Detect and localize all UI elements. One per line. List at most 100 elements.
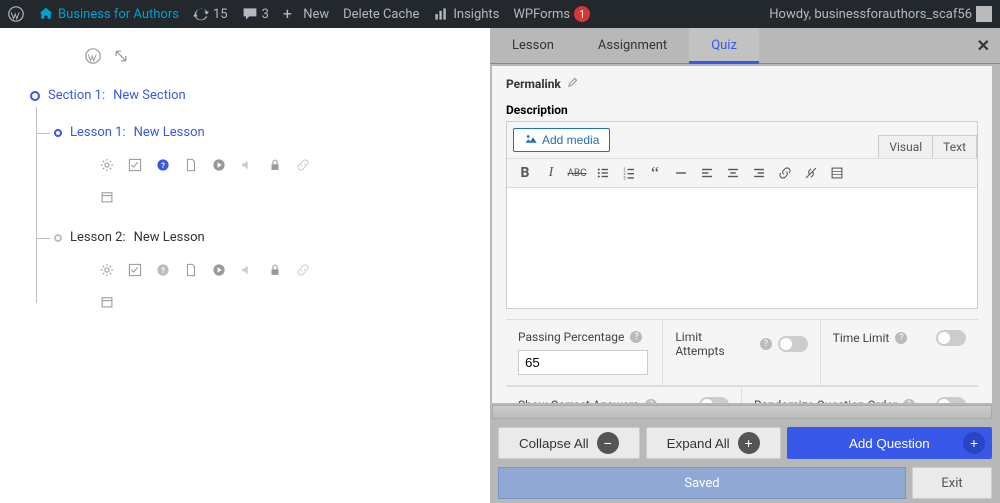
lesson-tools: ? — [100, 158, 460, 208]
delete-cache-link[interactable]: Delete Cache — [343, 7, 419, 22]
text-tab[interactable]: Text — [932, 135, 977, 158]
saved-status: Saved — [498, 467, 906, 499]
editor-textarea[interactable] — [507, 188, 977, 308]
lesson-title: New Lesson — [134, 125, 205, 140]
limit-attempts-cell: Limit Attempts? — [663, 320, 820, 386]
close-icon[interactable]: ✕ — [977, 36, 990, 55]
help-icon[interactable]: ? — [903, 399, 915, 403]
course-outline: Section 1: New Section Lesson 1: New Les… — [0, 28, 490, 503]
collapse-all-button[interactable]: Collapse All − — [498, 427, 640, 459]
lesson-row[interactable]: Lesson 2: New Lesson — [54, 230, 460, 245]
pencil-icon[interactable] — [567, 76, 579, 91]
help-icon[interactable]: ? — [760, 338, 772, 350]
exit-button[interactable]: Exit — [912, 467, 992, 499]
avatar-icon — [976, 6, 992, 22]
tab-assignment[interactable]: Assignment — [576, 28, 689, 64]
help-icon[interactable]: ? — [645, 399, 657, 403]
section-title: New Section — [113, 88, 186, 103]
permalink-row: Permalink — [506, 76, 978, 91]
tab-lesson[interactable]: Lesson — [490, 28, 576, 64]
help-icon[interactable]: ? — [895, 332, 907, 344]
editor: Add media Visual Text B I ABC 123 “ — [506, 121, 978, 309]
limit-attempts-label: Limit Attempts — [675, 330, 754, 358]
align-left-icon[interactable] — [699, 165, 715, 181]
show-correct-toggle[interactable] — [699, 397, 729, 403]
lock-icon[interactable] — [268, 263, 282, 281]
passing-percentage-label: Passing Percentage — [518, 330, 624, 344]
add-media-button[interactable]: Add media — [513, 128, 610, 152]
svg-text:3: 3 — [623, 176, 626, 180]
minus-icon: − — [597, 432, 619, 454]
limit-attempts-toggle[interactable] — [778, 336, 808, 352]
lock-icon[interactable] — [268, 158, 282, 176]
help-icon[interactable]: ? — [156, 263, 170, 281]
wordpress-icon[interactable] — [85, 48, 101, 68]
hr-icon[interactable] — [673, 165, 689, 181]
document-icon[interactable] — [184, 263, 198, 281]
tab-quiz[interactable]: Quiz — [689, 28, 759, 64]
wpforms-badge: 1 — [574, 6, 590, 22]
link-icon[interactable] — [296, 263, 310, 281]
passing-percentage-input[interactable] — [518, 350, 648, 375]
strike-icon[interactable]: ABC — [569, 165, 585, 181]
time-limit-label: Time Limit — [833, 331, 890, 345]
add-question-button[interactable]: Add Question + — [787, 427, 992, 459]
align-right-icon[interactable] — [751, 165, 767, 181]
help-icon[interactable]: ? — [630, 331, 642, 343]
bold-icon[interactable]: B — [517, 165, 533, 181]
gear-icon[interactable] — [100, 158, 114, 176]
document-icon[interactable] — [184, 158, 198, 176]
lesson-row[interactable]: Lesson 1: New Lesson — [54, 125, 460, 140]
expand-all-button[interactable]: Expand All + — [646, 427, 781, 459]
italic-icon[interactable]: I — [543, 165, 559, 181]
bullet-list-icon[interactable] — [595, 165, 611, 181]
checklist-icon[interactable] — [128, 158, 142, 176]
volume-icon[interactable] — [240, 263, 254, 281]
wp-admin-bar: Business for Authors 15 3 + New Delete C… — [0, 0, 1000, 28]
new-content-link[interactable]: + New — [283, 6, 329, 22]
lesson-tools: ? — [100, 263, 460, 313]
checklist-icon[interactable] — [128, 263, 142, 281]
randomize-label: Randomize Question Order — [754, 398, 897, 403]
site-name-link[interactable]: Business for Authors — [38, 6, 179, 22]
panel-tabs: Lesson Assignment Quiz ✕ — [490, 28, 1000, 64]
number-list-icon[interactable]: 123 — [621, 165, 637, 181]
account-link[interactable]: Howdy, businessforauthors_scaf56 — [769, 6, 992, 22]
calendar-icon[interactable] — [100, 295, 460, 313]
randomize-toggle[interactable] — [936, 397, 966, 403]
circle-icon — [54, 129, 62, 137]
insights-link[interactable]: Insights — [433, 6, 499, 22]
horizontal-scrollbar[interactable] — [492, 405, 992, 419]
visual-tab[interactable]: Visual — [878, 135, 933, 158]
calendar-icon[interactable] — [100, 190, 460, 208]
wp-logo-icon[interactable] — [8, 6, 24, 22]
time-limit-toggle[interactable] — [936, 330, 966, 346]
updates-link[interactable]: 15 — [193, 6, 228, 22]
passing-percentage-cell: Passing Percentage? — [506, 320, 663, 386]
section-row[interactable]: Section 1: New Section — [30, 88, 460, 103]
wpforms-link[interactable]: WPForms 1 — [513, 6, 590, 22]
footer-bar: Saved Exit — [490, 463, 1000, 503]
play-icon[interactable] — [212, 158, 226, 176]
quote-icon[interactable]: “ — [647, 165, 663, 181]
comments-count: 3 — [262, 7, 269, 22]
action-bar: Collapse All − Expand All + Add Question… — [490, 423, 1000, 463]
volume-icon[interactable] — [240, 158, 254, 176]
link-icon[interactable] — [296, 158, 310, 176]
external-icon[interactable] — [113, 48, 129, 68]
help-icon[interactable]: ? — [156, 158, 170, 176]
description-label: Description — [506, 103, 978, 117]
randomize-cell: Randomize Question Order? — [742, 387, 978, 403]
align-center-icon[interactable] — [725, 165, 741, 181]
toolbar-toggle-icon[interactable] — [829, 165, 845, 181]
plus-icon: + — [963, 432, 985, 454]
circle-icon — [54, 234, 62, 242]
unlink-icon[interactable] — [803, 165, 819, 181]
link-icon[interactable] — [777, 165, 793, 181]
circle-icon — [30, 91, 40, 101]
gear-icon[interactable] — [100, 263, 114, 281]
comments-link[interactable]: 3 — [242, 6, 269, 22]
howdy-text: Howdy, businessforauthors_scaf56 — [769, 7, 972, 22]
play-icon[interactable] — [212, 263, 226, 281]
svg-text:?: ? — [161, 161, 165, 170]
